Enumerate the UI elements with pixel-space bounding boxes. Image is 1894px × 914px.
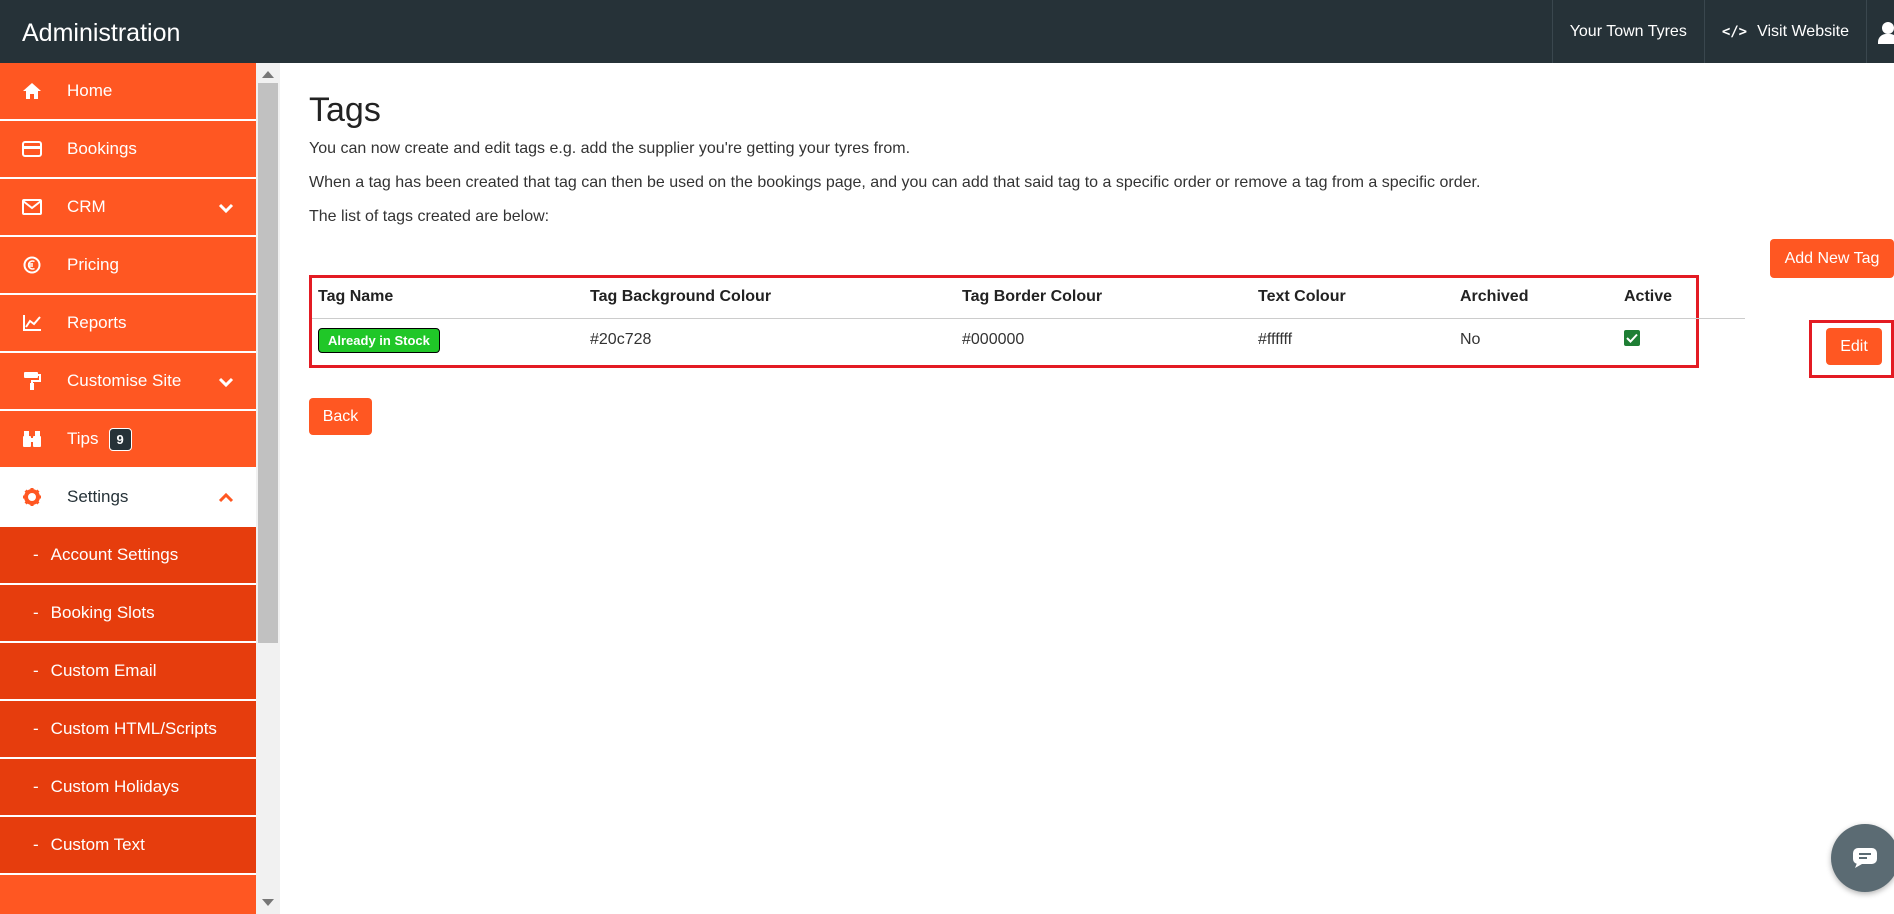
sub-item-dash: - xyxy=(33,545,39,564)
column-header-tag-name: Tag Name xyxy=(318,288,394,305)
description-line: You can now create and edit tags e.g. ad… xyxy=(309,140,911,157)
sidebar-item-label: Bookings xyxy=(67,139,137,158)
sub-item-label: Custom Holidays xyxy=(50,777,180,796)
tag-archived-value: No xyxy=(1460,331,1481,348)
sidebar: Home Bookings CRM Pricing Reports Custom… xyxy=(0,63,256,914)
main-content: Tags You can now create and edit tags e.… xyxy=(309,63,1894,914)
chevron-down-icon xyxy=(218,373,234,393)
edit-tag-button[interactable]: Edit xyxy=(1826,328,1882,365)
visit-website-link[interactable]: </> Visit Website xyxy=(1703,0,1866,63)
site-name-label: Your Town Tyres xyxy=(1569,22,1687,40)
sub-item-dash: - xyxy=(33,603,39,622)
sidebar-item-settings[interactable]: Settings xyxy=(0,469,256,527)
tag-text-colour: #ffffff xyxy=(1258,331,1293,348)
sidebar-subitem-custom-holidays[interactable]: - Custom Holidays xyxy=(0,759,256,817)
sidebar-item-tips[interactable]: Tips 9 xyxy=(0,411,256,469)
sidebar-item-label: Pricing xyxy=(67,255,119,274)
sidebar-item-crm[interactable]: CRM xyxy=(0,179,256,237)
sidebar-subitem-custom-html-scripts[interactable]: - Custom HTML/Scripts xyxy=(0,701,256,759)
tips-count-badge: 9 xyxy=(108,427,132,451)
home-icon xyxy=(21,82,43,100)
sidebar-subitem-account-settings[interactable]: - Account Settings xyxy=(0,527,256,585)
envelope-icon xyxy=(21,199,43,215)
sidebar-item-bookings[interactable]: Bookings xyxy=(0,121,256,179)
add-new-tag-button[interactable]: Add New Tag xyxy=(1770,239,1894,278)
chat-icon xyxy=(1853,848,1877,868)
tag-chip: Already in Stock xyxy=(318,328,440,353)
binoculars-icon xyxy=(21,430,43,448)
tag-border-colour: #000000 xyxy=(962,331,1025,348)
euro-icon xyxy=(21,256,43,274)
table-header-divider xyxy=(312,318,1745,319)
scrollbar-thumb[interactable] xyxy=(258,83,278,643)
column-header-border-colour: Tag Border Colour xyxy=(962,288,1103,305)
top-bar: Administration Your Town Tyres </> Visit… xyxy=(0,0,1894,63)
description-line: The list of tags created are below: xyxy=(309,208,550,225)
sidebar-subitem-booking-slots[interactable]: - Booking Slots xyxy=(0,585,256,643)
tag-background-colour: #20c728 xyxy=(590,331,652,348)
chevron-up-icon xyxy=(218,489,234,509)
credit-card-icon xyxy=(21,141,43,157)
line-chart-icon xyxy=(21,314,43,332)
column-header-archived: Archived xyxy=(1460,288,1529,305)
checkmark-icon xyxy=(1626,333,1638,343)
back-button[interactable]: Back xyxy=(309,398,372,435)
visit-website-label: Visit Website xyxy=(1757,22,1849,40)
sidebar-item-label: CRM xyxy=(67,197,106,216)
top-right-nav: Your Town Tyres </> Visit Website xyxy=(1551,0,1894,63)
column-header-active: Active xyxy=(1624,288,1673,305)
sidebar-item-pricing[interactable]: Pricing xyxy=(0,237,256,295)
sub-item-dash: - xyxy=(33,835,39,854)
sidebar-item-label: Tips xyxy=(67,429,99,448)
sidebar-item-label: Settings xyxy=(67,487,129,506)
sub-item-label: Custom Text xyxy=(50,835,145,854)
sub-item-label: Account Settings xyxy=(50,545,179,564)
sidebar-item-label: Reports xyxy=(67,313,127,332)
description-line: When a tag has been created that tag can… xyxy=(309,174,1481,191)
page-title: Tags xyxy=(309,91,381,129)
code-icon: </> xyxy=(1721,23,1748,40)
active-checkbox[interactable] xyxy=(1624,330,1640,346)
sidebar-item-home[interactable]: Home xyxy=(0,63,256,121)
sidebar-item-reports[interactable]: Reports xyxy=(0,295,256,353)
sub-item-dash: - xyxy=(33,719,39,738)
sub-item-label: Booking Slots xyxy=(50,603,155,622)
sidebar-item-label: Home xyxy=(67,81,113,100)
sub-item-label: Custom Email xyxy=(50,661,157,680)
sub-item-dash: - xyxy=(33,661,39,680)
column-header-background-colour: Tag Background Colour xyxy=(590,288,772,305)
sidebar-item-customise-site[interactable]: Customise Site xyxy=(0,353,256,411)
site-name-link[interactable]: Your Town Tyres xyxy=(1551,0,1704,63)
scroll-up-arrow-icon[interactable] xyxy=(262,71,274,78)
scroll-down-arrow-icon[interactable] xyxy=(262,899,274,906)
sidebar-subitem-custom-email[interactable]: - Custom Email xyxy=(0,643,256,701)
sidebar-subitem-custom-text[interactable]: - Custom Text xyxy=(0,817,256,875)
gear-icon xyxy=(21,487,43,507)
sidebar-scrollbar[interactable] xyxy=(256,63,280,914)
chevron-down-icon xyxy=(218,199,234,219)
paint-roller-icon xyxy=(21,371,43,391)
sub-item-dash: - xyxy=(33,777,39,796)
chat-widget-button[interactable] xyxy=(1831,824,1894,892)
sub-item-label: Custom HTML/Scripts xyxy=(50,719,217,738)
user-menu[interactable] xyxy=(1866,0,1894,63)
sidebar-item-label: Customise Site xyxy=(67,371,182,390)
brand-title: Administration xyxy=(22,19,181,47)
column-header-text-colour: Text Colour xyxy=(1258,288,1346,305)
user-icon xyxy=(1878,20,1894,44)
